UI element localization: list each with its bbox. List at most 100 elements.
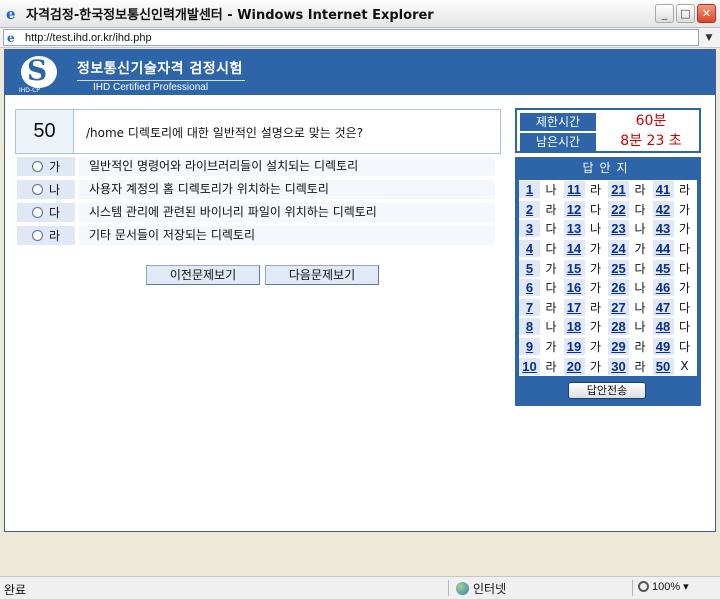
answer-question-link[interactable]: 8	[519, 318, 540, 336]
answer-cell: 25 다	[608, 258, 653, 278]
answer-cell: 5가	[519, 258, 564, 278]
time-remaining-label: 남은시간	[520, 133, 596, 151]
answer-cell: 50 X	[652, 356, 698, 376]
answer-question-link[interactable]: 12	[563, 200, 585, 218]
answer-question-link[interactable]: 24	[608, 240, 629, 258]
answer-choice: 나	[589, 222, 602, 237]
address-url[interactable]: http://test.ihd.or.kr/ihd.php	[25, 32, 152, 44]
answer-question-link[interactable]: 48	[652, 318, 674, 336]
page-icon: e	[7, 30, 15, 45]
option-radio-button[interactable]: 라	[17, 226, 75, 245]
radio-icon[interactable]	[31, 184, 43, 195]
radio-icon[interactable]	[31, 207, 43, 218]
prev-question-button[interactable]: 이전문제보기	[146, 265, 260, 285]
answer-cell: 8나	[519, 317, 564, 337]
zoom-dropdown-icon[interactable]: ▾	[683, 580, 689, 593]
close-button[interactable]: ✕	[697, 4, 716, 23]
option-letter: 라	[48, 229, 61, 243]
security-zone[interactable]: 인터넷	[456, 580, 506, 597]
answer-question-link[interactable]: 42	[652, 200, 674, 218]
answer-question-link[interactable]: 26	[608, 279, 629, 297]
answer-cell: 7라	[519, 298, 564, 318]
answer-question-link[interactable]: 16	[563, 279, 585, 297]
option-radio-button[interactable]: 나	[17, 180, 75, 199]
option-row[interactable]: 다 시스템 관리에 관련된 바이너리 파일이 위치하는 디렉토리	[15, 203, 495, 222]
answer-question-link[interactable]: 2	[519, 200, 540, 218]
answer-choice: 다	[678, 300, 691, 315]
answer-cell: 47 다	[652, 298, 698, 318]
answer-question-link[interactable]: 22	[608, 200, 629, 218]
answer-question-link[interactable]: 45	[652, 259, 674, 277]
answer-question-link[interactable]: 27	[608, 298, 629, 316]
answer-question-link[interactable]: 43	[652, 220, 674, 238]
answer-question-link[interactable]: 20	[563, 357, 585, 375]
time-remaining-value: 8분 23 초	[620, 133, 682, 149]
answer-choice: 가	[678, 222, 691, 237]
zoom-control[interactable]: 100% ▾	[638, 580, 689, 593]
answer-question-link[interactable]: 7	[519, 298, 540, 316]
address-input[interactable]: e http://test.ihd.or.kr/ihd.php	[3, 29, 699, 46]
answer-choice: 나	[545, 320, 557, 335]
window-title: 자격검정-한국정보통신인력개발센터 - Windows Internet Exp…	[26, 8, 434, 23]
answer-cell: 12 다	[563, 200, 609, 220]
answer-question-link[interactable]: 30	[608, 357, 629, 375]
answer-question-link[interactable]: 50	[652, 357, 674, 375]
answer-cell: 44 다	[652, 239, 698, 259]
answer-question-link[interactable]: 47	[652, 298, 674, 316]
answer-question-link[interactable]: 44	[652, 240, 674, 258]
answer-question-link[interactable]: 25	[608, 259, 629, 277]
answer-cell: 3다	[519, 219, 564, 239]
answer-choice: 가	[589, 320, 602, 335]
answer-cell: 20 가	[563, 356, 609, 376]
answer-question-link[interactable]: 6	[519, 279, 540, 297]
answer-cell: 2라	[519, 200, 564, 220]
answer-sheet-title: 답안지	[582, 161, 634, 175]
answer-question-link[interactable]: 9	[519, 338, 540, 356]
next-question-button[interactable]: 다음문제보기	[265, 265, 379, 285]
answer-question-link[interactable]: 19	[563, 338, 585, 356]
question-box: 50 /home 디렉토리에 대한 일반적인 설명으로 맞는 것은?	[15, 109, 501, 154]
answer-question-link[interactable]: 41	[652, 181, 674, 199]
option-radio-button[interactable]: 다	[17, 203, 75, 222]
answer-choice: 가	[589, 359, 602, 374]
answer-question-link[interactable]: 46	[652, 279, 674, 297]
answer-question-link[interactable]: 29	[608, 338, 629, 356]
answer-question-link[interactable]: 28	[608, 318, 629, 336]
zoom-icon	[638, 581, 649, 592]
answer-question-link[interactable]: 4	[519, 240, 540, 258]
option-radio-button[interactable]: 가	[17, 157, 75, 176]
status-bar: 완료 인터넷 100% ▾	[0, 576, 720, 599]
answer-question-link[interactable]: 21	[608, 181, 629, 199]
answer-question-link[interactable]: 11	[563, 181, 585, 199]
submit-answers-button[interactable]: 답안전송	[568, 382, 646, 399]
answer-cell: 10 라	[519, 356, 564, 376]
ie-logo-icon: e	[6, 4, 16, 23]
answer-question-link[interactable]: 14	[563, 240, 585, 258]
answer-question-link[interactable]: 1	[519, 181, 540, 199]
answer-choice: 가	[634, 242, 646, 257]
option-row[interactable]: 라 기타 문서들이 저장되는 디렉토리	[15, 226, 495, 245]
answer-question-link[interactable]: 10	[519, 357, 540, 375]
option-text: 시스템 관리에 관련된 바이너리 파일이 위치하는 디렉토리	[79, 203, 495, 222]
answer-question-link[interactable]: 13	[563, 220, 585, 238]
option-row[interactable]: 나 사용자 계정의 홈 디렉토리가 위치하는 디렉토리	[15, 180, 495, 199]
address-dropdown-icon[interactable]: ▼	[702, 31, 716, 45]
option-row[interactable]: 가 일반적인 명령어와 라이브러리들이 설치되는 디렉토리	[15, 157, 495, 176]
answer-cell: 9가	[519, 337, 564, 357]
answer-question-link[interactable]: 5	[519, 259, 540, 277]
answer-question-link[interactable]: 15	[563, 259, 585, 277]
minimize-button[interactable]: _	[655, 4, 674, 23]
answer-question-link[interactable]: 49	[652, 338, 674, 356]
radio-icon[interactable]	[31, 161, 43, 172]
answer-cell: 16 가	[563, 278, 609, 298]
answer-question-link[interactable]: 17	[563, 298, 585, 316]
answer-choice: 다	[634, 261, 646, 276]
answer-choice: 나	[634, 300, 646, 315]
answer-cell: 43 가	[652, 219, 698, 239]
answer-question-link[interactable]: 3	[519, 220, 540, 238]
answer-question-link[interactable]: 18	[563, 318, 585, 336]
answer-question-link[interactable]: 23	[608, 220, 629, 238]
answer-cell: 19 가	[563, 337, 609, 357]
maximize-button[interactable]: □	[676, 4, 695, 23]
radio-icon[interactable]	[31, 230, 43, 241]
